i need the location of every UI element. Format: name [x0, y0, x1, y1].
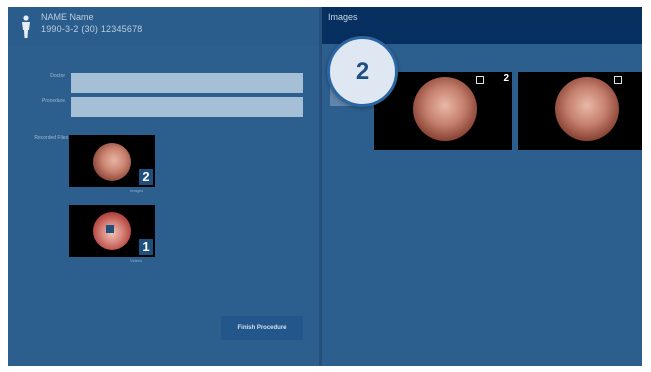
videos-caption: Videos — [130, 258, 143, 263]
patient-bar: NAME Name 1990-3-2 (30) 12345678 — [8, 7, 319, 46]
select-checkbox[interactable] — [476, 76, 484, 84]
finish-procedure-button[interactable]: Finish Procedure — [221, 316, 303, 340]
videos-count-badge: 1 — [139, 239, 153, 255]
select-checkbox[interactable] — [614, 76, 622, 84]
step-callout-badge: 2 — [327, 36, 398, 107]
gallery-image-2[interactable] — [518, 72, 642, 150]
application-window: NAME Name 1990-3-2 (30) 12345678 Doctor … — [8, 7, 642, 366]
procedure-panel: NAME Name 1990-3-2 (30) 12345678 Doctor … — [8, 7, 319, 366]
images-count-badge: 2 — [139, 169, 153, 185]
person-icon — [22, 15, 30, 38]
doctor-field[interactable] — [71, 73, 303, 93]
endoscope-image — [555, 77, 619, 141]
patient-name: NAME Name — [41, 12, 94, 22]
recorded-files-label: Recorded Files — [34, 135, 68, 141]
procedure-field[interactable] — [71, 97, 303, 117]
recorded-videos-thumbnail[interactable]: 1 — [69, 205, 155, 257]
procedure-label: Procedure — [41, 98, 65, 104]
images-title: Images — [328, 12, 358, 22]
doctor-label: Doctor — [50, 73, 65, 79]
image-number: 2 — [503, 73, 509, 84]
video-play-icon — [106, 225, 114, 233]
patient-info: 1990-3-2 (30) 12345678 — [41, 24, 143, 34]
recorded-images-thumbnail[interactable]: 2 — [69, 135, 155, 187]
images-caption: Images — [130, 188, 144, 193]
endoscope-image — [413, 77, 477, 141]
endoscope-image — [93, 143, 131, 181]
